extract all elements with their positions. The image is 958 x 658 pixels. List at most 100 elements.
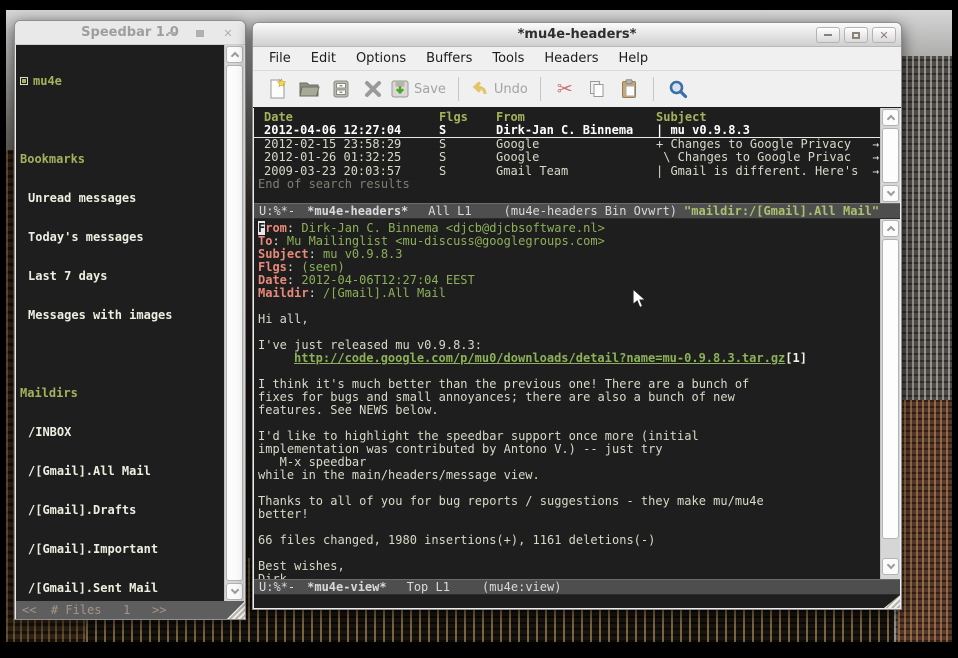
maildir-item[interactable]: /[Gmail].Sent Mail — [20, 582, 224, 595]
scroll-down-button[interactable] — [226, 583, 243, 600]
wallpaper-building — [898, 400, 952, 642]
menu-buffers[interactable]: Buffers — [416, 48, 482, 69]
new-file-button[interactable] — [261, 75, 293, 103]
copy-icon — [586, 78, 608, 100]
download-link[interactable]: http://code.google.com/p/mu0/downloads/d… — [294, 352, 785, 365]
minimize-button[interactable] — [160, 25, 184, 41]
menu-file[interactable]: File — [259, 48, 301, 69]
message-flags: S — [439, 124, 496, 136]
speedbar-scrollbar[interactable] — [224, 45, 244, 601]
maildir-item[interactable]: /[Gmail].Drafts — [20, 504, 224, 517]
body-line: Thanks to all of you for bug reports / s… — [258, 495, 880, 508]
scissors-icon: ✂ — [557, 80, 573, 99]
emacs-window-title: *mu4e-headers* — [518, 27, 637, 42]
emacs-titlebar[interactable]: *mu4e-headers* ✕ — [253, 23, 901, 47]
close-button[interactable]: ✕ — [872, 27, 896, 43]
maildir-item[interactable]: /[Gmail].All Mail — [20, 465, 224, 478]
maximize-icon — [852, 32, 860, 39]
speedbar-titlebar[interactable]: Speedbar 1.0 ✕ — [15, 21, 245, 45]
maximize-button[interactable] — [188, 25, 212, 41]
resize-grip[interactable] — [884, 595, 900, 608]
bookmark-item[interactable]: Unread messages — [20, 192, 224, 205]
minimize-button[interactable] — [816, 27, 840, 43]
menu-tools[interactable]: Tools — [482, 48, 534, 69]
close-icon: ✕ — [879, 30, 888, 41]
modeline-buffer-name[interactable]: *mu4e-headers* — [307, 204, 408, 218]
column-header-date[interactable]: Date — [254, 111, 439, 124]
truncation-arrow-icon: → — [872, 151, 879, 164]
copy-button[interactable] — [581, 75, 613, 103]
cut-button[interactable]: ✂ — [549, 75, 581, 103]
bookmarks-section-header: Bookmarks — [20, 153, 224, 166]
maildir-item[interactable]: /[Gmail].Important — [20, 543, 224, 556]
body-line: M-x speedbar — [258, 456, 880, 469]
scroll-down-button[interactable] — [882, 185, 899, 202]
speedbar-content: mu4e Bookmarks Unread messages Today's m… — [16, 45, 224, 601]
chevron-down-icon — [886, 561, 894, 569]
body-line — [258, 365, 880, 378]
chevron-down-icon — [886, 188, 894, 196]
scrollbar-thumb[interactable] — [226, 65, 243, 581]
save-icon — [389, 78, 411, 100]
maximize-button[interactable] — [844, 27, 868, 43]
open-file-button[interactable] — [293, 75, 325, 103]
undo-button[interactable]: Undo — [467, 78, 532, 100]
close-icon: ✕ — [223, 28, 232, 39]
scrollbar-thumb[interactable] — [882, 128, 899, 183]
body-line — [258, 417, 880, 430]
menu-help[interactable]: Help — [609, 48, 659, 69]
menu-edit[interactable]: Edit — [301, 48, 346, 69]
message-row-selected[interactable]: 2012-04-06 12:27:04 S Dirk-Jan C. Binnem… — [254, 124, 880, 137]
toolbar-separator — [653, 77, 654, 101]
column-header-from[interactable]: From — [496, 111, 656, 124]
maildir-item[interactable]: /INBOX — [20, 426, 224, 439]
modeline-modes: (mu4e-headers Bin Ovwrt) — [504, 204, 677, 218]
echo-area[interactable] — [254, 595, 900, 608]
body-line — [258, 547, 880, 560]
field-label-flags: Flgs — [258, 260, 287, 274]
close-button[interactable]: ✕ — [216, 25, 240, 41]
message-date: 2012-02-15 23:58:29 — [254, 138, 439, 151]
message-from: Gmail Team — [496, 165, 656, 178]
file-cabinet-icon — [330, 78, 352, 100]
message-subject: + Changes to Google Privacy — [656, 138, 880, 151]
field-value-from[interactable]: Dirk-Jan C. Binnema <djcb@djcbsoftware.n… — [301, 221, 604, 235]
body-line: I think it's much better than the previo… — [258, 378, 880, 391]
modeline-modes: (mu4e:view) — [482, 580, 561, 594]
bookmark-item[interactable]: Last 7 days — [20, 270, 224, 283]
body-link-line: http://code.google.com/p/mu0/downloads/d… — [258, 352, 880, 365]
message-row[interactable]: 2009-03-23 20:03:57 S Gmail Team | Gmail… — [254, 165, 880, 178]
dired-button[interactable] — [325, 75, 357, 103]
paste-button[interactable] — [613, 75, 645, 103]
save-button[interactable]: Save — [389, 78, 450, 100]
scroll-up-button[interactable] — [226, 46, 243, 63]
message-row[interactable]: 2012-02-15 23:58:29 S Google + Changes t… — [254, 138, 880, 151]
speedbar-root-item[interactable]: mu4e — [20, 75, 224, 88]
scroll-down-button[interactable] — [882, 558, 899, 575]
field-value-to[interactable]: Mu Mailinglist <mu-discuss@googlegroups.… — [287, 234, 605, 248]
speedbar-root-label[interactable]: mu4e — [33, 74, 62, 88]
headers-scrollbar[interactable] — [880, 108, 900, 203]
view-scrollbar[interactable] — [880, 219, 900, 579]
bookmark-item[interactable]: Messages with images — [20, 309, 224, 322]
field-label-subject: Subject — [258, 247, 309, 261]
menu-headers[interactable]: Headers — [534, 48, 608, 69]
modeline-position: All L1 — [428, 204, 471, 218]
menu-options[interactable]: Options — [346, 48, 416, 69]
search-button[interactable] — [662, 75, 694, 103]
message-from: Dirk-Jan C. Binnema — [496, 124, 656, 136]
bookmark-item[interactable]: Today's messages — [20, 231, 224, 244]
expand-box-icon[interactable] — [20, 77, 28, 85]
close-buffer-button[interactable] — [357, 75, 389, 103]
scroll-up-button[interactable] — [882, 109, 899, 126]
message-subject: | Gmail is different. Here's — [656, 165, 880, 178]
chevron-up-icon — [886, 226, 894, 234]
modeline-buffer-name[interactable]: *mu4e-view* — [307, 580, 386, 594]
scroll-up-button[interactable] — [882, 220, 899, 237]
column-header-subject[interactable]: Subject — [656, 111, 880, 124]
column-header-flags[interactable]: Flgs — [439, 111, 496, 124]
message-row[interactable]: 2012-01-26 01:32:25 S Google \ Changes t… — [254, 151, 880, 164]
open-folder-icon — [298, 78, 320, 100]
emacs-window: *mu4e-headers* ✕ File Edit Options Buffe… — [252, 22, 902, 610]
scrollbar-thumb[interactable] — [882, 239, 899, 539]
